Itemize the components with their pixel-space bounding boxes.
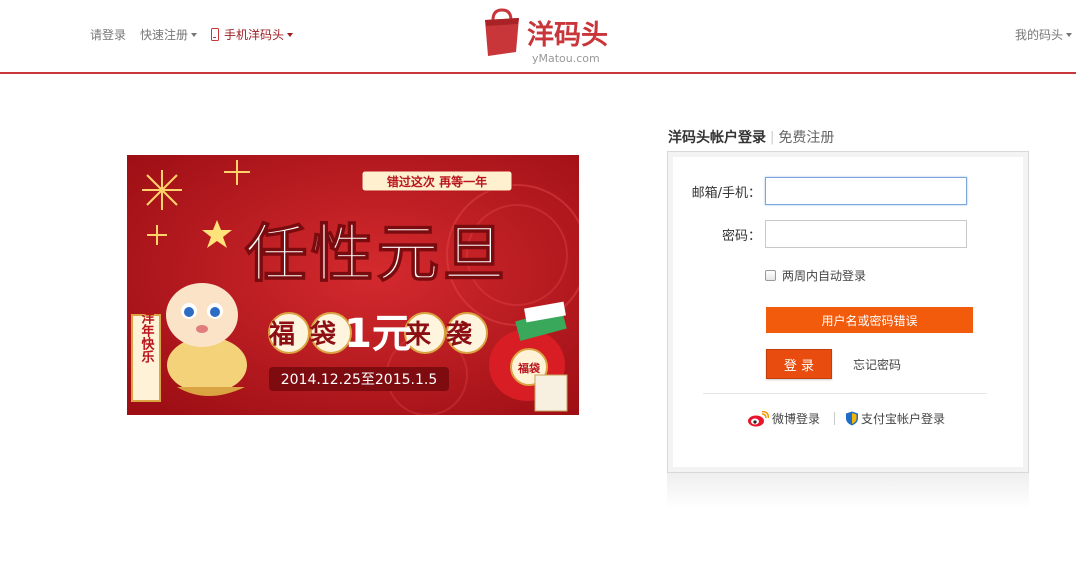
quick-register-menu[interactable]: 快速注册	[140, 26, 198, 43]
error-message: 用户名或密码错误	[766, 307, 973, 333]
alipay-login-link[interactable]: 支付宝帐户登录	[845, 410, 945, 427]
banner-slogan: 错过这次 再等一年	[387, 174, 487, 189]
logo-domain: yMatou.com	[532, 52, 600, 65]
alipay-shield-icon	[846, 411, 859, 426]
remember-me[interactable]: 两周内自动登录	[765, 267, 866, 284]
header-divider: |	[770, 129, 775, 145]
mobile-app-menu[interactable]: 手机洋码头	[211, 26, 294, 43]
banner-promo-price: 1元	[344, 311, 412, 357]
promo-banner-art: 错过这次 再等一年 任性元旦 福袋 1元 来袭 2014.12.25至2015.…	[127, 155, 579, 415]
phone-icon	[211, 28, 220, 41]
email-row: 邮箱/手机：	[673, 177, 967, 205]
remember-checkbox[interactable]	[765, 270, 776, 281]
login-panel: 邮箱/手机： 密码： 两周内自动登录 用户名或密码错误 登 录 忘记密码 微博登…	[667, 151, 1029, 473]
login-button[interactable]: 登 录	[766, 349, 832, 379]
banner-promo-prefix: 福袋	[268, 320, 351, 350]
login-title: 洋码头帐户登录	[668, 130, 766, 146]
remember-label: 两周内自动登录	[782, 269, 867, 283]
chevron-down-icon	[287, 32, 294, 37]
email-field[interactable]	[765, 177, 967, 205]
login-link[interactable]: 请登录	[90, 26, 126, 43]
email-label: 邮箱/手机：	[691, 185, 761, 201]
my-account-menu[interactable]: 我的码头	[1015, 26, 1072, 43]
weibo-login-label: 微博登录	[772, 412, 821, 426]
my-account-label: 我的码头	[1014, 28, 1063, 42]
weibo-icon	[748, 410, 769, 426]
quick-register-label: 快速注册	[140, 28, 189, 42]
shopping-bag-icon	[485, 8, 519, 56]
weibo-login-link[interactable]: 微博登录	[747, 410, 820, 427]
promo-banner[interactable]: 错过这次 再等一年 任性元旦 福袋 1元 来袭 2014.12.25至2015.…	[127, 155, 579, 415]
chevron-down-icon	[1066, 32, 1072, 37]
divider	[703, 393, 987, 394]
logo-text: 洋码头	[527, 20, 608, 51]
banner-scroll-text: 洋年快乐	[139, 310, 155, 364]
password-label: 密码：	[721, 228, 761, 244]
top-bar: 请登录 快速注册 手机洋码头 洋码头 yMatou.com 我的码头	[0, 0, 1076, 74]
password-field[interactable]	[765, 220, 967, 248]
chevron-down-icon	[191, 32, 198, 37]
lucky-bag-label: 福袋	[517, 361, 541, 375]
login-panel-shadow	[667, 473, 1029, 509]
banner-dates: 2014.12.25至2015.1.5	[281, 372, 438, 388]
login-form: 邮箱/手机： 密码： 两周内自动登录 用户名或密码错误 登 录 忘记密码 微博登…	[673, 157, 1023, 467]
password-row: 密码：	[673, 220, 967, 248]
mobile-app-label: 手机洋码头	[224, 28, 285, 42]
forgot-password-link[interactable]: 忘记密码	[853, 356, 901, 373]
top-nav-left: 请登录 快速注册 手机洋码头	[90, 26, 307, 43]
banner-headline: 任性元旦	[245, 217, 509, 290]
third-party-login: 微博登录 支付宝帐户登录	[747, 410, 945, 427]
site-logo[interactable]: 洋码头 yMatou.com	[482, 0, 612, 68]
login-header: 洋码头帐户登录 | 免费注册	[668, 127, 834, 147]
alipay-login-label: 支付宝帐户登录	[861, 412, 946, 426]
banner-promo-suffix: 来袭	[405, 320, 487, 350]
third-party-divider	[834, 412, 836, 425]
free-register-link[interactable]: 免费注册	[778, 127, 834, 147]
